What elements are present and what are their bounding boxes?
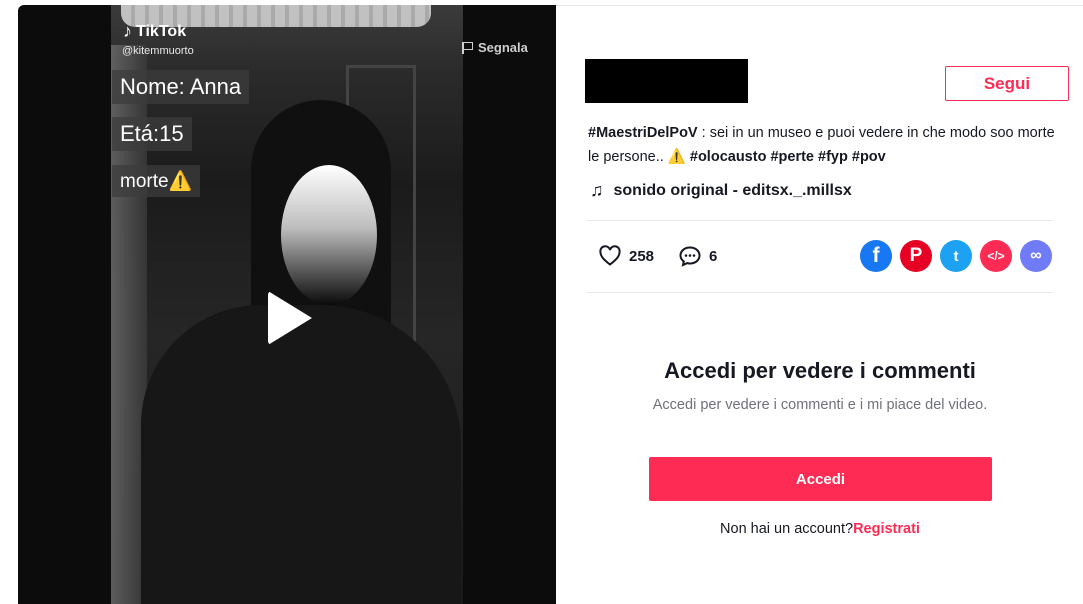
comments-count: 6 [709,247,718,265]
signup-row: Non hai un account?Registrati [640,521,1000,537]
hashtag-link[interactable]: #MaestriDelPoV [588,125,698,141]
flag-icon [462,41,473,54]
link-icon[interactable]: ∞ [1020,240,1052,272]
pinterest-icon[interactable]: P [900,240,932,272]
music-note-icon: ♫ [590,180,604,200]
video-handle: @kitemmuorto [122,45,194,57]
video-description: #MaestriDelPoV : sei in un museo e puoi … [588,121,1068,169]
follow-button[interactable]: Segui [945,66,1069,101]
hashtag-link[interactable]: #olocausto [690,149,767,165]
top-divider [556,5,1083,6]
likes-count: 258 [629,247,655,265]
report-button[interactable]: Segnala [462,40,528,55]
music-label: sonido original - editsx._.millsx [613,181,852,199]
play-icon[interactable] [268,291,312,345]
login-button[interactable]: Accedi [649,457,992,501]
divider [587,220,1052,221]
share-row: f P t </> ∞ [860,240,1052,272]
blurred-face [281,165,377,305]
redacted-username [585,59,748,103]
hashtag-link[interactable]: #perte [770,149,814,165]
music-link[interactable]: ♫ sonido original - editsx._.millsx [590,180,852,201]
login-title: Accedi per vedere i commenti [664,358,976,383]
video-player[interactable]: ♪ TikTok @kitemmuorto Segnala Nome: Anna… [18,5,556,604]
caption-death: morte⚠️ [112,165,201,197]
login-subtitle: Accedi per vedere i commenti e i mi piac… [652,397,988,413]
facebook-icon[interactable]: f [860,240,892,272]
comment-icon [679,246,701,267]
tiktok-brand-text: TikTok [136,22,187,40]
likes-stat[interactable]: 258 [598,244,654,268]
comments-stat[interactable]: 6 [678,244,717,268]
report-label: Segnala [478,40,528,55]
embed-icon[interactable]: </> [980,240,1012,272]
hashtag-link[interactable]: #pov [852,149,886,165]
twitter-icon[interactable]: t [940,240,972,272]
hashtag-link[interactable]: #fyp [818,149,848,165]
caption-name: Nome: Anna [112,70,250,104]
caption-age: Etá:15 [112,117,192,151]
heart-icon [599,245,621,266]
tiktok-logo: ♪ TikTok [123,21,186,42]
signup-link[interactable]: Registrati [853,521,920,537]
signup-text: Non hai un account? [720,521,854,537]
divider [587,292,1052,293]
person-shirt [141,305,461,604]
tiktok-note-icon: ♪ [123,21,132,41]
